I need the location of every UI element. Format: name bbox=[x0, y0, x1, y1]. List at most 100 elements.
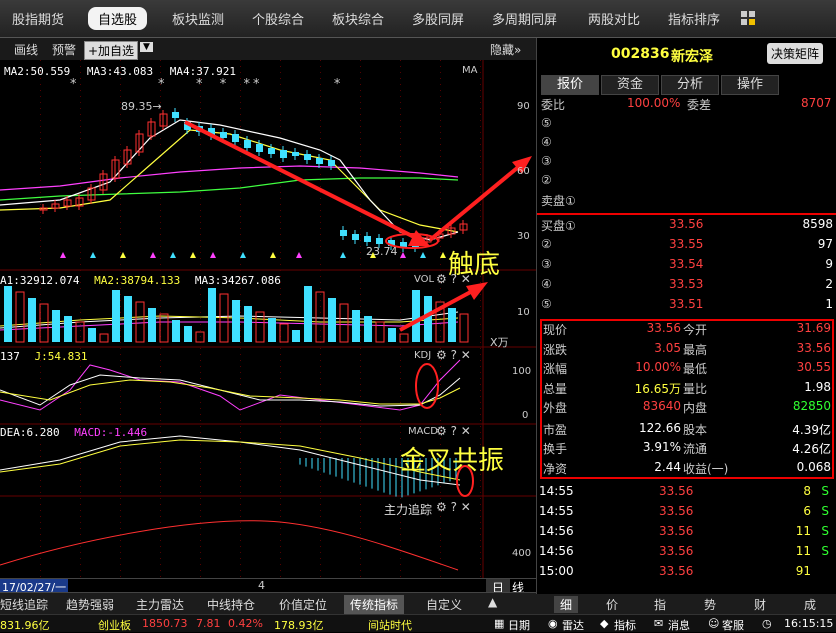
tab-zhi[interactable]: 指 bbox=[654, 596, 666, 613]
macd-label: MACD:-1.446 bbox=[74, 426, 148, 439]
tab-gegu-zonghe[interactable]: 个股综合 bbox=[252, 9, 304, 28]
alert-button[interactable]: 预警 bbox=[52, 41, 76, 58]
tab-zhibiao-paixu[interactable]: 指标排序 bbox=[668, 9, 720, 28]
indicator-tabs: 短线追踪 趋势强弱 主力雷达 中线持仓 价值定位 传统指标 自定义 ▲ bbox=[0, 592, 536, 614]
quote-row: 总量 16.65万 量比 1.98 bbox=[543, 380, 831, 397]
tab-guzhi-qihuo[interactable]: 股指期货 bbox=[12, 9, 64, 28]
dea-label: DEA:6.280 bbox=[0, 426, 60, 439]
tab-cai[interactable]: 财 bbox=[754, 596, 766, 613]
date-bar: 17/02/27/一 4 日 线 bbox=[0, 578, 536, 596]
date-button[interactable]: 日期 bbox=[508, 617, 530, 633]
cyb-label: 创业板 bbox=[98, 619, 131, 632]
kdj-j-label: J:54.831 bbox=[34, 350, 88, 363]
ma-indicator-label: MA bbox=[462, 65, 478, 76]
quote-value-2: 0.068 bbox=[796, 459, 831, 474]
hide-panel-button[interactable]: 隐藏» bbox=[490, 41, 521, 58]
signal-stars: * * * * ** * * * * bbox=[70, 77, 601, 92]
tab-duogu-tongping[interactable]: 多股同屏 bbox=[412, 9, 464, 28]
tab-zhongxian-chicang[interactable]: 中线持仓 bbox=[207, 596, 255, 613]
tab-liangu-duibi[interactable]: 两股对比 bbox=[588, 9, 640, 28]
macd-legend: DEA:6.280 MACD:-1.446 bbox=[0, 426, 147, 439]
grid-menu-icon[interactable] bbox=[740, 10, 756, 29]
stock-name: 新宏泽 bbox=[671, 49, 713, 65]
buy-volume: 1 bbox=[825, 297, 833, 311]
tab-jia[interactable]: 价 bbox=[606, 596, 618, 613]
tab-qushi-qiangruo[interactable]: 趋势强弱 bbox=[66, 596, 114, 613]
tab-duozhouqi-tongping[interactable]: 多周期同屏 bbox=[492, 9, 557, 28]
quote-value-2: 30.55 bbox=[796, 360, 831, 374]
tab-bankuai-zonghe[interactable]: 板块综合 bbox=[332, 9, 384, 28]
indicator-button[interactable]: 指标 bbox=[614, 617, 636, 633]
top-nav: 股指期货 自选股 板块监测 个股综合 板块综合 多股同屏 多周期同屏 两股对比 … bbox=[0, 0, 836, 38]
sell-level: 卖盘① bbox=[541, 194, 576, 208]
quote-value: 122.66 bbox=[639, 420, 681, 435]
quote-row: 市盈 122.66 股本 4.39亿 bbox=[543, 421, 831, 438]
tab-quote[interactable]: 报价 bbox=[541, 75, 599, 95]
tick-row: 14:56 33.56 11 S bbox=[539, 524, 833, 538]
vol-legend: A1:32912.074 MA2:38794.133 MA3:34267.086 bbox=[0, 274, 281, 287]
tick-row: 14:56 33.56 11 S bbox=[539, 544, 833, 558]
vol-unit-label: X万 bbox=[490, 336, 509, 349]
quote-panel: 002836 新宏泽 决策矩阵 报价 资金 分析 操作 委比 100.00% 委… bbox=[536, 38, 836, 616]
quote-row: 外盘 83640 内盘 82850 bbox=[543, 399, 831, 416]
decision-matrix-button[interactable]: 决策矩阵 bbox=[767, 43, 824, 64]
kdj-settings-icon[interactable]: ⚙ ? ✕ bbox=[436, 348, 471, 362]
indicator-icon[interactable]: ◆ bbox=[600, 617, 608, 630]
kline-chart-area[interactable]: MA2:50.559 MA3:43.083 MA4:37.921 MA * * … bbox=[0, 60, 597, 578]
tab-operate[interactable]: 操作 bbox=[721, 75, 779, 95]
index-amount: 831.96亿 bbox=[0, 619, 50, 632]
tab-menu-icon[interactable]: ▲ bbox=[488, 595, 497, 609]
buy-volume: 8598 bbox=[802, 217, 833, 231]
calendar-icon[interactable]: ▦ bbox=[494, 617, 504, 630]
tab-xi[interactable]: 细 bbox=[554, 596, 579, 613]
tab-analysis[interactable]: 分析 bbox=[661, 75, 719, 95]
tab-zhuli-leida[interactable]: 主力雷达 bbox=[136, 596, 184, 613]
tab-zixuangu[interactable]: 自选股 bbox=[88, 7, 148, 30]
quote-row: 现价 33.56 今开 31.69 bbox=[543, 321, 831, 338]
tab-chuantong-zhibiao[interactable]: 传统指标 bbox=[344, 595, 405, 614]
cursor-number-label: 4 bbox=[258, 579, 265, 592]
price-axis-90: 90 bbox=[517, 101, 530, 112]
radar-icon[interactable]: ◉ bbox=[548, 617, 558, 630]
tick-time: 14:56 bbox=[539, 524, 574, 538]
radar-button[interactable]: 雷达 bbox=[562, 617, 584, 633]
message-icon[interactable]: ✉ bbox=[654, 617, 663, 630]
tab-duanxian-zhuizong[interactable]: 短线追踪 bbox=[0, 596, 48, 613]
service-button[interactable]: 客服 bbox=[722, 617, 744, 633]
weicha-value: 8707 bbox=[801, 96, 832, 110]
add-watchlist-button[interactable]: +加自选 bbox=[84, 41, 139, 60]
quote-value: 3.05 bbox=[654, 340, 681, 355]
tick-time: 14:55 bbox=[539, 504, 574, 518]
watchlist-dropdown-icon[interactable]: ▼ bbox=[140, 42, 153, 52]
sell-row: ⑤ bbox=[541, 116, 552, 130]
kdj-legend: 137 J:54.831 bbox=[0, 350, 87, 363]
quote-value-2: 4.26亿 bbox=[792, 442, 831, 456]
tab-jiazhi-dingwei[interactable]: 价值定位 bbox=[279, 596, 327, 613]
quote-value: 16.65万 bbox=[634, 381, 681, 396]
tick-price: 33.56 bbox=[659, 504, 694, 518]
tick-row: 14:55 33.56 6 S bbox=[539, 504, 833, 518]
draw-line-button[interactable]: 画线 bbox=[14, 41, 38, 58]
tab-shi[interactable]: 势 bbox=[704, 596, 716, 613]
clock-time: 16:15:15 bbox=[784, 617, 834, 630]
tab-bankuai-jiance[interactable]: 板块监测 bbox=[172, 9, 224, 28]
quote-label: 净资 bbox=[543, 461, 568, 476]
macd-settings-icon[interactable]: ⚙ ? ✕ bbox=[436, 424, 471, 438]
zhuli-settings-icon[interactable]: ⚙ ? ✕ bbox=[436, 500, 471, 514]
quote-row: 换手 3.91% 流通 4.26亿 bbox=[543, 440, 831, 457]
message-button[interactable]: 消息 bbox=[668, 617, 690, 633]
quote-label-2: 收益(一) bbox=[683, 461, 729, 476]
buy-row: ② 33.55 97 bbox=[541, 237, 833, 251]
tick-row: 14:55 33.56 8 S bbox=[539, 484, 833, 498]
tab-cheng[interactable]: 成 bbox=[804, 596, 816, 613]
weibi-value: 100.00% bbox=[627, 96, 681, 110]
quote-label-2: 今开 bbox=[683, 323, 708, 337]
quote-label-2: 量比 bbox=[683, 381, 708, 396]
tab-zidingyi[interactable]: 自定义 bbox=[426, 596, 462, 613]
quote-row: 净资 2.44 收益(一) 0.068 bbox=[543, 460, 831, 477]
tab-fund[interactable]: 资金 bbox=[601, 75, 659, 95]
buy-row: ⑤ 33.51 1 bbox=[541, 297, 833, 311]
quote-label-2: 最低 bbox=[683, 362, 708, 376]
service-icon[interactable]: ☺ bbox=[708, 617, 719, 630]
weibi-label: 委比 bbox=[541, 98, 566, 112]
